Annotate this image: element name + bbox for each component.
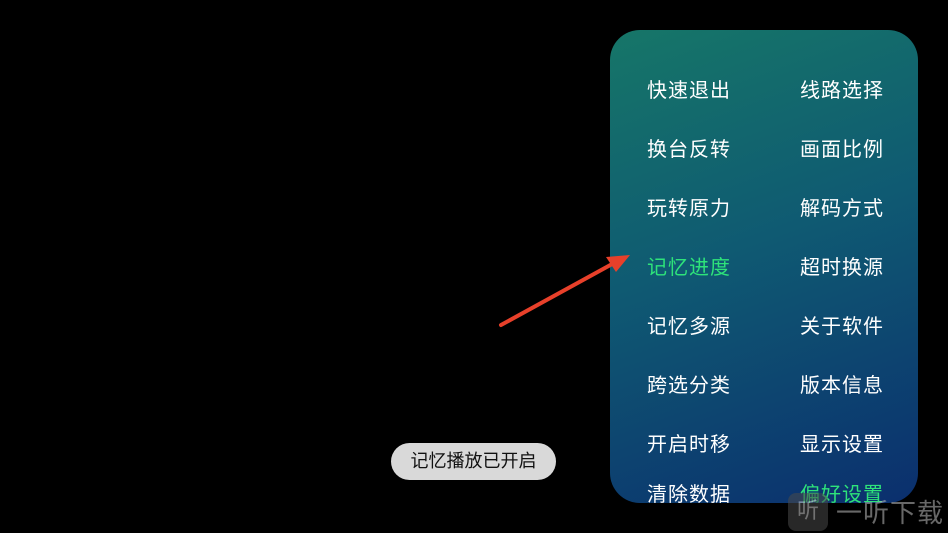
settings-menu-panel: 快速退出 换台反转 玩转原力 记忆进度 记忆多源 跨选分类 开启时移 清除数据 … <box>610 30 918 503</box>
watermark-logo-icon: 听 <box>788 492 828 531</box>
menu-item-decode-mode[interactable]: 解码方式 <box>800 188 918 228</box>
menu-item-channel-reverse[interactable]: 换台反转 <box>647 129 777 169</box>
toast-message: 记忆播放已开启 <box>391 443 556 480</box>
menu-item-remember-sources[interactable]: 记忆多源 <box>647 306 777 346</box>
watermark: 听 一听下载 <box>788 490 948 533</box>
menu-item-remember-progress[interactable]: 记忆进度 <box>647 247 777 287</box>
menu-item-display-settings[interactable]: 显示设置 <box>800 424 918 464</box>
settings-menu-grid: 快速退出 换台反转 玩转原力 记忆进度 记忆多源 跨选分类 开启时移 清除数据 … <box>610 30 918 503</box>
menu-item-play-force[interactable]: 玩转原力 <box>647 188 777 228</box>
menu-item-aspect-ratio[interactable]: 画面比例 <box>800 129 918 169</box>
watermark-text: 一听下载 <box>836 499 945 529</box>
menu-item-clear-data[interactable]: 清除数据 <box>647 474 777 503</box>
menu-item-version-info[interactable]: 版本信息 <box>800 365 918 405</box>
screen: 快速退出 换台反转 玩转原力 记忆进度 记忆多源 跨选分类 开启时移 清除数据 … <box>0 0 948 533</box>
menu-item-timeout-switch[interactable]: 超时换源 <box>800 247 918 287</box>
menu-item-line-select[interactable]: 线路选择 <box>800 70 918 110</box>
menu-item-cross-category[interactable]: 跨选分类 <box>647 365 777 405</box>
menu-item-timeshift[interactable]: 开启时移 <box>647 424 777 464</box>
menu-item-quick-exit[interactable]: 快速退出 <box>647 70 777 110</box>
menu-item-about[interactable]: 关于软件 <box>800 306 918 346</box>
